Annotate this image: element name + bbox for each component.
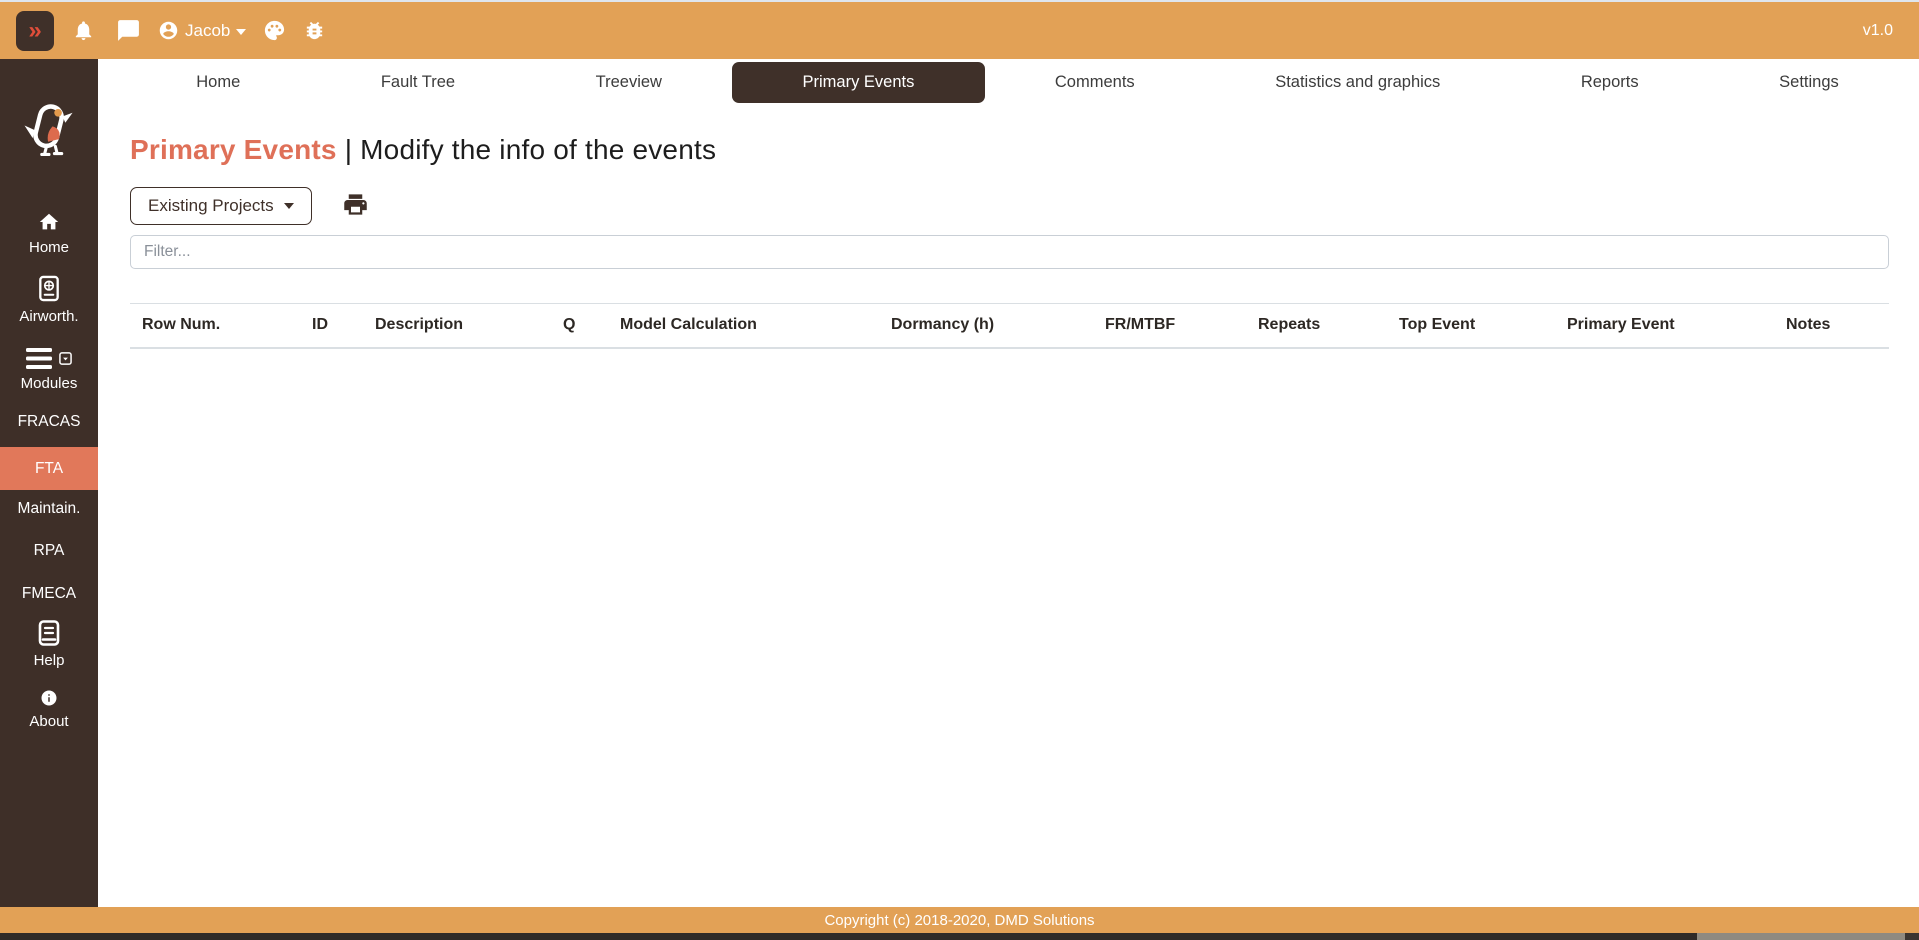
column-header-dormancy: Dormancy (h) xyxy=(879,303,1093,349)
sidebar-item-rpa[interactable]: RPA xyxy=(0,542,98,560)
toolbar: Existing Projects xyxy=(130,187,1889,225)
chevron-down-icon xyxy=(283,203,294,209)
sidebar-item-airworthiness[interactable]: Airworth. xyxy=(0,275,98,325)
app-window: » Jacob v1.0 Home Airworth. Modules FRAC… xyxy=(0,0,1919,940)
tab-settings[interactable]: Settings xyxy=(1709,62,1909,103)
column-header-id: ID xyxy=(300,303,363,349)
copyright-label: Copyright (c) 2018-2020, DMD Solutions xyxy=(824,911,1095,929)
footer: Copyright (c) 2018-2020, DMD Solutions xyxy=(0,907,1919,933)
user-name-label: Jacob xyxy=(185,20,231,40)
sidebar-item-label: About xyxy=(29,713,69,730)
column-header-model-calculation: Model Calculation xyxy=(608,303,879,349)
sidebar-item-label: Modules xyxy=(20,375,78,392)
column-header-primary-event: Primary Event xyxy=(1555,303,1774,349)
sidebar-item-label: Home xyxy=(28,239,69,256)
home-icon xyxy=(37,211,61,233)
sidebar-collapse-button[interactable]: » xyxy=(16,10,54,51)
sidebar: Home Airworth. Modules FRACAS FTA Mainta… xyxy=(0,59,98,907)
scrollbar-thumb[interactable] xyxy=(0,933,1697,940)
column-header-repeats: Repeats xyxy=(1246,303,1387,349)
sidebar-item-maintain[interactable]: Maintain. xyxy=(0,500,98,518)
passport-globe-icon xyxy=(37,275,61,302)
tab-primary-events[interactable]: Primary Events xyxy=(732,62,985,103)
filter-input[interactable] xyxy=(130,235,1889,269)
scrollbar-corner xyxy=(1905,933,1919,940)
column-header-fr-mtbf: FR/MTBF xyxy=(1093,303,1246,349)
double-chevron-right-icon: » xyxy=(28,16,42,44)
page-title-separator: | xyxy=(344,134,353,165)
sidebar-item-home[interactable]: Home xyxy=(0,211,98,256)
primary-events-table: Row Num. ID Description Q Model Calculat… xyxy=(130,303,1889,349)
theme-palette-icon[interactable] xyxy=(263,19,286,42)
tab-statistics-and-graphics[interactable]: Statistics and graphics xyxy=(1205,62,1511,103)
sidebar-item-fta[interactable]: FTA xyxy=(0,447,98,490)
column-header-notes: Notes xyxy=(1774,303,1889,349)
sidebar-item-fmeca[interactable]: FMECA xyxy=(0,585,98,603)
messages-chat-icon[interactable] xyxy=(116,18,141,43)
horizontal-scrollbar[interactable] xyxy=(0,933,1919,940)
table-header-row: Row Num. ID Description Q Model Calculat… xyxy=(130,303,1889,349)
tab-bar: Home Fault Tree Treeview Primary Events … xyxy=(126,62,1909,103)
main-content: Home Fault Tree Treeview Primary Events … xyxy=(98,59,1919,907)
column-header-description: Description xyxy=(363,303,551,349)
sidebar-item-modules[interactable]: Modules xyxy=(0,348,98,392)
tab-home[interactable]: Home xyxy=(126,62,311,103)
printer-icon xyxy=(342,191,369,221)
modules-toggle-caret-icon[interactable] xyxy=(59,352,72,365)
page-title-accent: Primary Events xyxy=(130,134,337,165)
topbar: » Jacob v1.0 xyxy=(0,0,1919,59)
tab-treeview[interactable]: Treeview xyxy=(525,62,732,103)
info-circle-icon xyxy=(40,689,58,707)
notifications-bell-icon[interactable] xyxy=(72,19,95,42)
existing-projects-dropdown[interactable]: Existing Projects xyxy=(130,187,312,225)
sidebar-item-fracas[interactable]: FRACAS xyxy=(0,413,98,431)
page-content: Primary Events | Modify the info of the … xyxy=(98,103,1919,349)
sidebar-item-help[interactable]: Help xyxy=(0,620,98,669)
sidebar-item-label: Help xyxy=(33,652,65,669)
app-version-label: v1.0 xyxy=(1862,21,1893,39)
user-menu[interactable]: Jacob xyxy=(158,20,247,41)
chevron-down-icon xyxy=(236,28,247,35)
column-header-q: Q xyxy=(551,303,608,349)
sidebar-item-label: Airworth. xyxy=(19,308,79,325)
tab-fault-tree[interactable]: Fault Tree xyxy=(311,62,526,103)
app-logo[interactable] xyxy=(0,101,98,159)
existing-projects-label: Existing Projects xyxy=(148,196,274,215)
column-header-top-event: Top Event xyxy=(1387,303,1555,349)
debug-bug-icon[interactable] xyxy=(303,19,326,42)
tab-comments[interactable]: Comments xyxy=(985,62,1205,103)
page-title: Primary Events | Modify the info of the … xyxy=(130,134,1889,166)
sidebar-item-about[interactable]: About xyxy=(0,689,98,730)
tab-reports[interactable]: Reports xyxy=(1511,62,1709,103)
hamburger-menu-icon xyxy=(26,348,52,369)
book-icon xyxy=(37,620,61,646)
user-circle-icon xyxy=(158,20,179,41)
page-subtitle: Modify the info of the events xyxy=(360,134,717,165)
robin-bird-icon xyxy=(24,104,73,157)
column-header-row-num: Row Num. xyxy=(130,303,300,349)
print-button[interactable] xyxy=(342,191,369,221)
window-edge xyxy=(0,0,1919,2)
